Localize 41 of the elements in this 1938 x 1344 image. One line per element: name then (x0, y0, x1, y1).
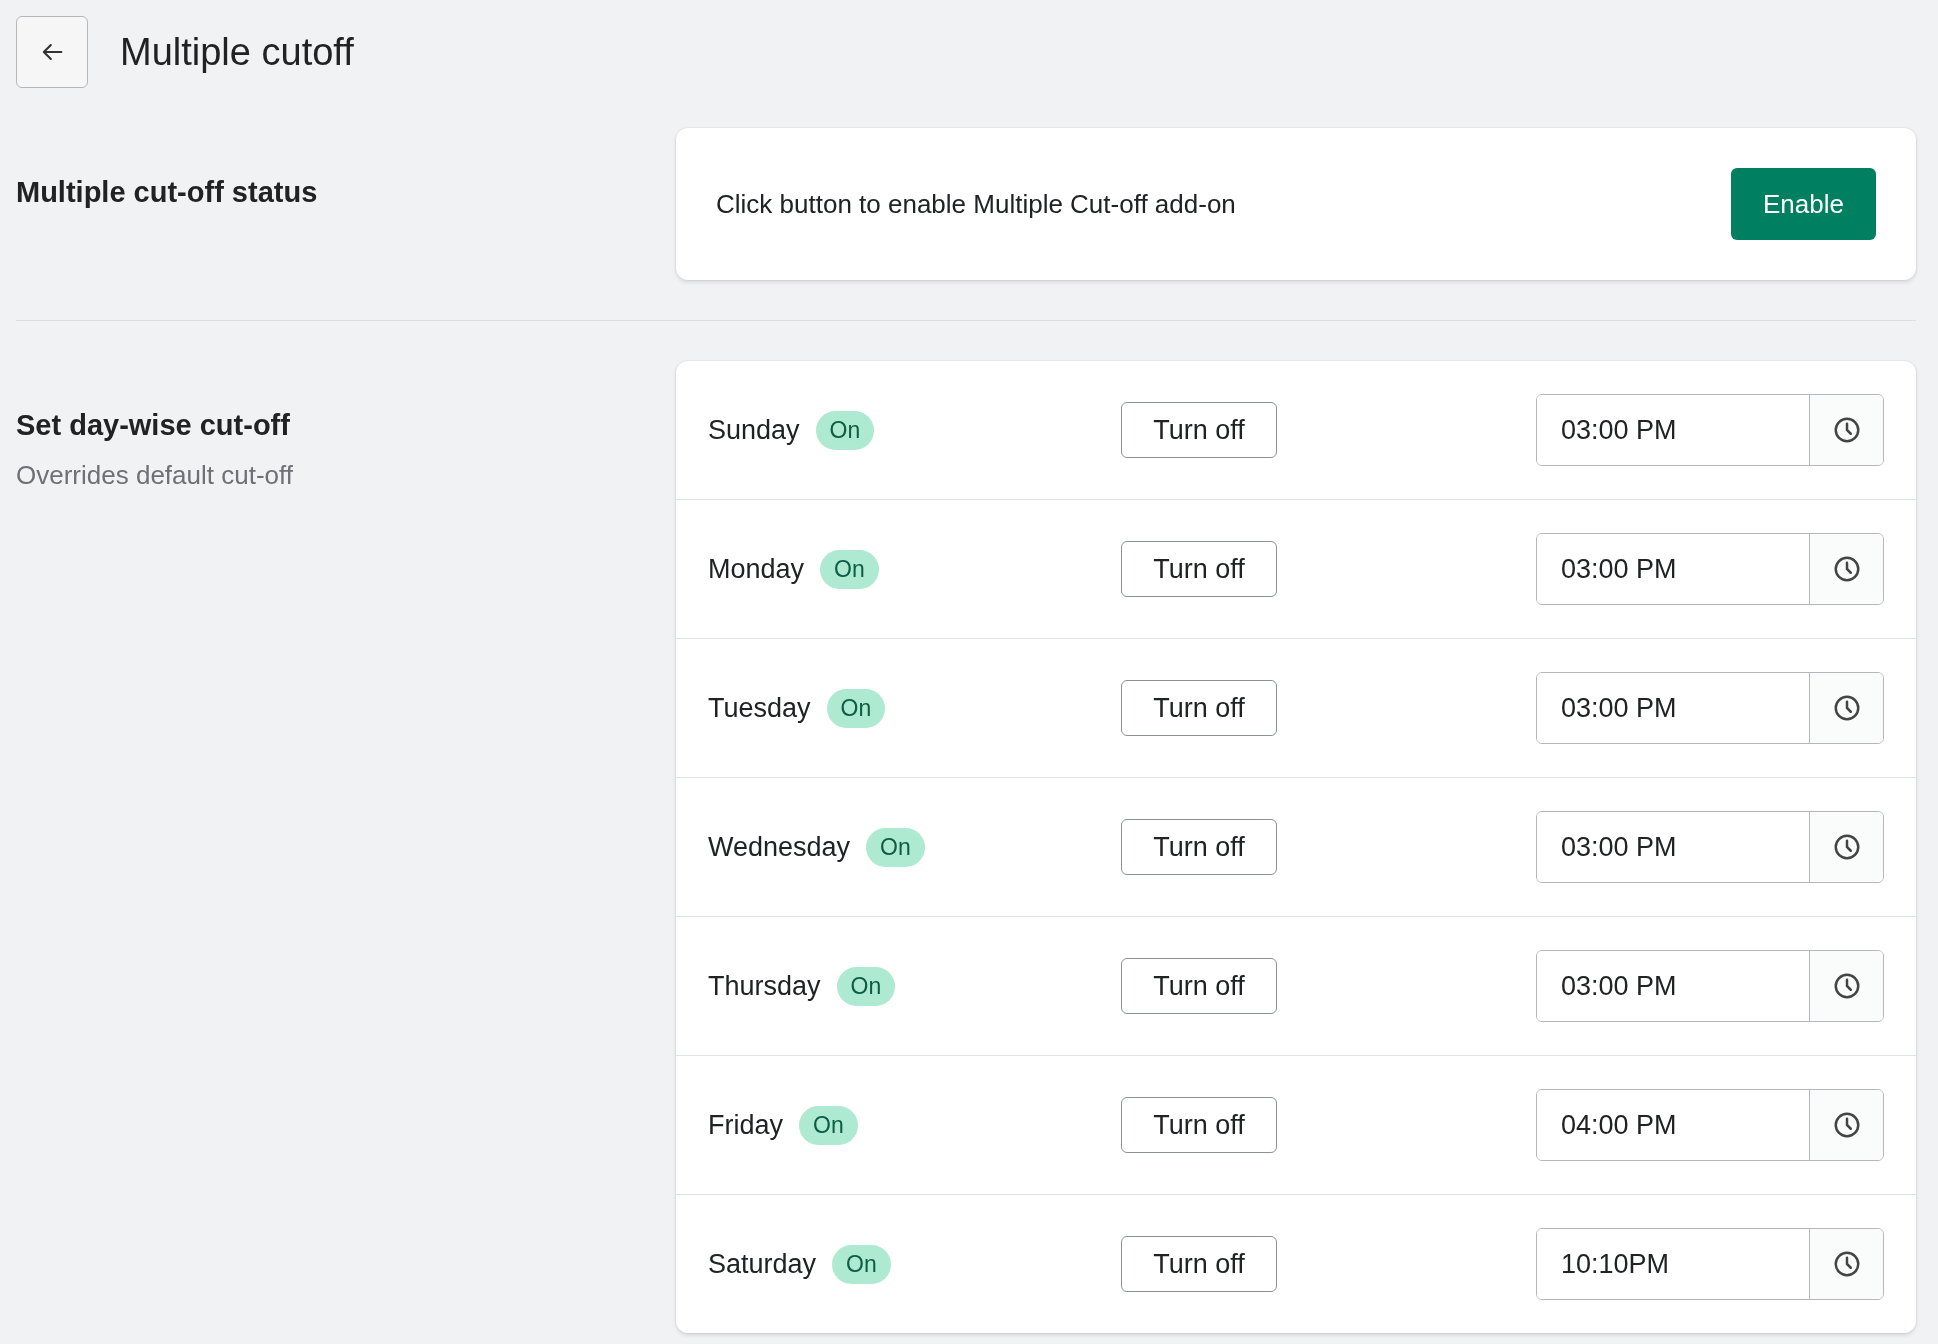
turn-off-button[interactable]: Turn off (1121, 541, 1277, 597)
turn-off-button[interactable]: Turn off (1121, 680, 1277, 736)
clock-button[interactable] (1809, 951, 1883, 1021)
turn-off-button[interactable]: Turn off (1121, 958, 1277, 1014)
status-badge: On (815, 410, 875, 450)
time-field[interactable]: 03:00 PM (1536, 950, 1884, 1022)
turn-off-button[interactable]: Turn off (1121, 1236, 1277, 1292)
clock-button[interactable] (1809, 395, 1883, 465)
day-label: Saturday (708, 1248, 817, 1280)
turn-off-button[interactable]: Turn off (1121, 819, 1277, 875)
clock-button[interactable] (1809, 534, 1883, 604)
page-title: Multiple cutoff (120, 30, 354, 74)
enable-button[interactable]: Enable (1731, 168, 1876, 240)
day-label: Tuesday (708, 692, 811, 724)
status-badge: On (836, 966, 896, 1006)
clock-button[interactable] (1809, 1090, 1883, 1160)
turn-off-button[interactable]: Turn off (1121, 402, 1277, 458)
section-title: Set day-wise cut-off (16, 409, 291, 442)
status-badge: On (826, 688, 886, 728)
day-label: Monday (708, 553, 805, 585)
time-field[interactable]: 03:00 PM (1536, 811, 1884, 883)
status-badge: On (832, 1244, 891, 1284)
day-label: Sunday (708, 414, 800, 446)
time-field[interactable]: 03:00 PM (1536, 533, 1884, 605)
time-field[interactable]: 03:00 PM (1536, 394, 1884, 466)
status-message: Click button to enable Multiple Cut-off add-on (716, 188, 1236, 220)
clock-button[interactable] (1809, 673, 1883, 743)
section-subtitle: Overrides default cut-off (16, 460, 294, 491)
time-field[interactable]: 04:00 PM (1536, 1089, 1884, 1161)
day-label: Thursday (708, 970, 821, 1002)
day-label: Wednesday (708, 831, 851, 863)
turn-off-button[interactable]: Turn off (1121, 1097, 1277, 1153)
day-label: Friday (708, 1109, 783, 1141)
status-badge: On (866, 827, 925, 867)
clock-button[interactable] (1809, 812, 1883, 882)
time-field[interactable]: 10:10PM (1536, 1228, 1884, 1300)
status-badge: On (820, 549, 879, 589)
time-field[interactable]: 03:00 PM (1536, 672, 1884, 744)
section-title: Multiple cut-off status (16, 176, 319, 209)
clock-button[interactable] (1809, 1229, 1883, 1299)
status-badge: On (799, 1105, 858, 1145)
